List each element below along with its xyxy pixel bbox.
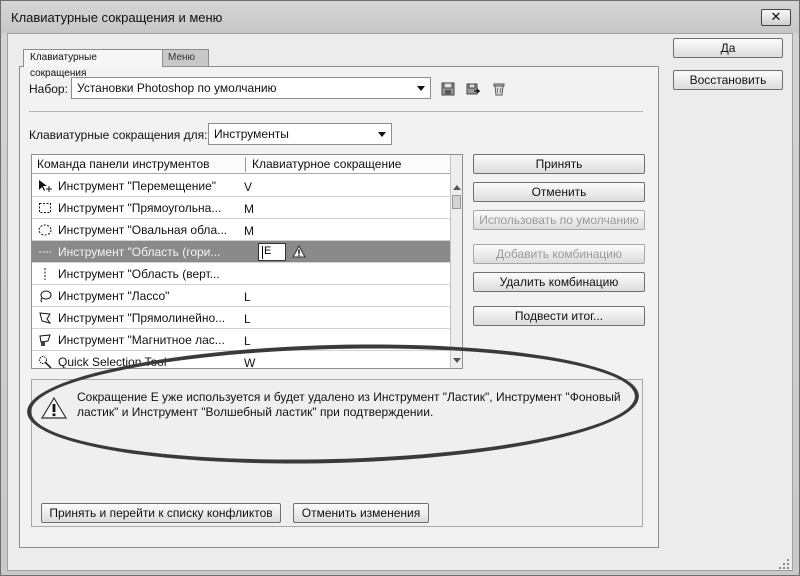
close-button[interactable]: ✕ [761, 9, 791, 26]
chevron-down-icon [378, 132, 386, 137]
shortcuts-table: Команда панели инструментов Клавиатурное… [31, 154, 463, 369]
command-name: Инструмент "Прямолинейно... [58, 311, 226, 325]
table-row[interactable]: Инструмент "Перемещение" V [32, 175, 450, 197]
scroll-thumb[interactable] [452, 195, 461, 209]
shortcut-key-input[interactable]: E [258, 243, 286, 261]
tab-keyboard-shortcuts[interactable]: Клавиатурные сокращения [23, 49, 163, 79]
quick-selection-icon [39, 356, 52, 368]
lasso-icon [40, 290, 52, 303]
shortcut-key: L [244, 290, 251, 304]
chevron-down-icon [417, 86, 425, 91]
use-default-button[interactable]: Использовать по умолчанию [473, 210, 645, 230]
undo-button[interactable]: Отменить [473, 182, 645, 202]
table-header: Команда панели инструментов Клавиатурное… [32, 155, 450, 174]
conflict-message: Сокращение E уже используется и будет уд… [77, 390, 621, 419]
move-tool-icon [39, 180, 52, 192]
set-dropdown[interactable]: Установки Photoshop по умолчанию [71, 77, 431, 99]
column-divider [245, 157, 246, 172]
column-header-command[interactable]: Команда панели инструментов [37, 157, 210, 171]
single-column-marquee-icon [44, 268, 46, 280]
text-caret [262, 246, 263, 259]
trash-icon[interactable] [492, 82, 506, 96]
window-title: Клавиатурные сокращения и меню [11, 10, 223, 25]
shortcut-key: W [244, 356, 256, 369]
shortcut-key-input-value: E [264, 245, 272, 257]
separator [29, 111, 643, 112]
rect-marquee-icon [39, 203, 51, 213]
ellipse-marquee-icon [38, 224, 52, 236]
table-row[interactable]: Инструмент "Прямолинейно... L [32, 307, 450, 329]
set-dropdown-value: Установки Photoshop по умолчанию [77, 81, 277, 95]
command-name: Инструмент "Магнитное лас... [58, 333, 225, 347]
shortcut-key: M [244, 202, 254, 216]
undo-changes-button[interactable]: Отменить изменения [293, 503, 429, 523]
shortcut-key: M [244, 224, 254, 238]
magnetic-lasso-icon [39, 334, 51, 346]
add-shortcut-button[interactable]: Добавить комбинацию [473, 244, 645, 264]
command-name: Инструмент "Прямоугольна... [58, 201, 222, 215]
table-row[interactable]: Инструмент "Лассо" L [32, 285, 450, 307]
table-scrollbar[interactable] [450, 155, 462, 368]
command-name: Инструмент "Лассо" [58, 289, 170, 303]
shortcut-key: L [244, 334, 251, 348]
command-name: Инструмент "Область (верт... [58, 267, 220, 281]
shortcuts-for-dropdown[interactable]: Инструменты [208, 123, 392, 145]
command-name: Инструмент "Перемещение" [58, 179, 217, 193]
tab-menus[interactable]: Меню [161, 49, 209, 67]
single-row-marquee-icon [39, 251, 51, 253]
command-name: Инструмент "Область (гори... [58, 245, 221, 259]
ok-button[interactable]: Да [673, 38, 783, 58]
warning-icon [292, 245, 306, 258]
table-row-selected[interactable]: Инструмент "Область (гори... E [32, 241, 450, 263]
shortcut-key: L [244, 312, 251, 326]
reset-button[interactable]: Восстановить [673, 70, 783, 90]
scroll-up-icon[interactable] [453, 185, 461, 190]
title-bar[interactable]: Клавиатурные сокращения и меню ✕ [1, 1, 799, 33]
save-set-icon[interactable] [441, 82, 455, 96]
scroll-down-icon[interactable] [453, 358, 461, 363]
command-name: Quick Selection Tool [58, 355, 167, 369]
shortcuts-for-value: Инструменты [214, 127, 289, 141]
accept-button[interactable]: Принять [473, 154, 645, 174]
polygonal-lasso-icon [39, 312, 52, 324]
column-header-shortcut[interactable]: Клавиатурное сокращение [252, 157, 401, 171]
table-row[interactable]: Инструмент "Магнитное лас... L [32, 329, 450, 351]
save-set-as-icon[interactable] [466, 82, 480, 96]
warning-icon [41, 397, 67, 419]
table-row[interactable]: Инструмент "Область (верт... [32, 263, 450, 285]
shortcut-key: V [244, 180, 253, 194]
command-name: Инструмент "Овальная обла... [58, 223, 228, 237]
accept-and-goto-conflicts-button[interactable]: Принять и перейти к списку конфликтов [41, 503, 281, 523]
table-row[interactable]: Инструмент "Прямоугольна... M [32, 197, 450, 219]
shortcuts-for-label: Клавиатурные сокращения для: [29, 128, 208, 142]
resize-grip-icon[interactable] [777, 557, 791, 571]
table-row[interactable]: Quick Selection Tool W [32, 351, 450, 369]
set-label: Набор: [29, 82, 68, 96]
dialog-window: Клавиатурные сокращения и меню ✕ Клавиат… [0, 0, 800, 576]
table-row[interactable]: Инструмент "Овальная обла... M [32, 219, 450, 241]
summarize-button[interactable]: Подвести итог... [473, 306, 645, 326]
delete-shortcut-button[interactable]: Удалить комбинацию [473, 272, 645, 292]
